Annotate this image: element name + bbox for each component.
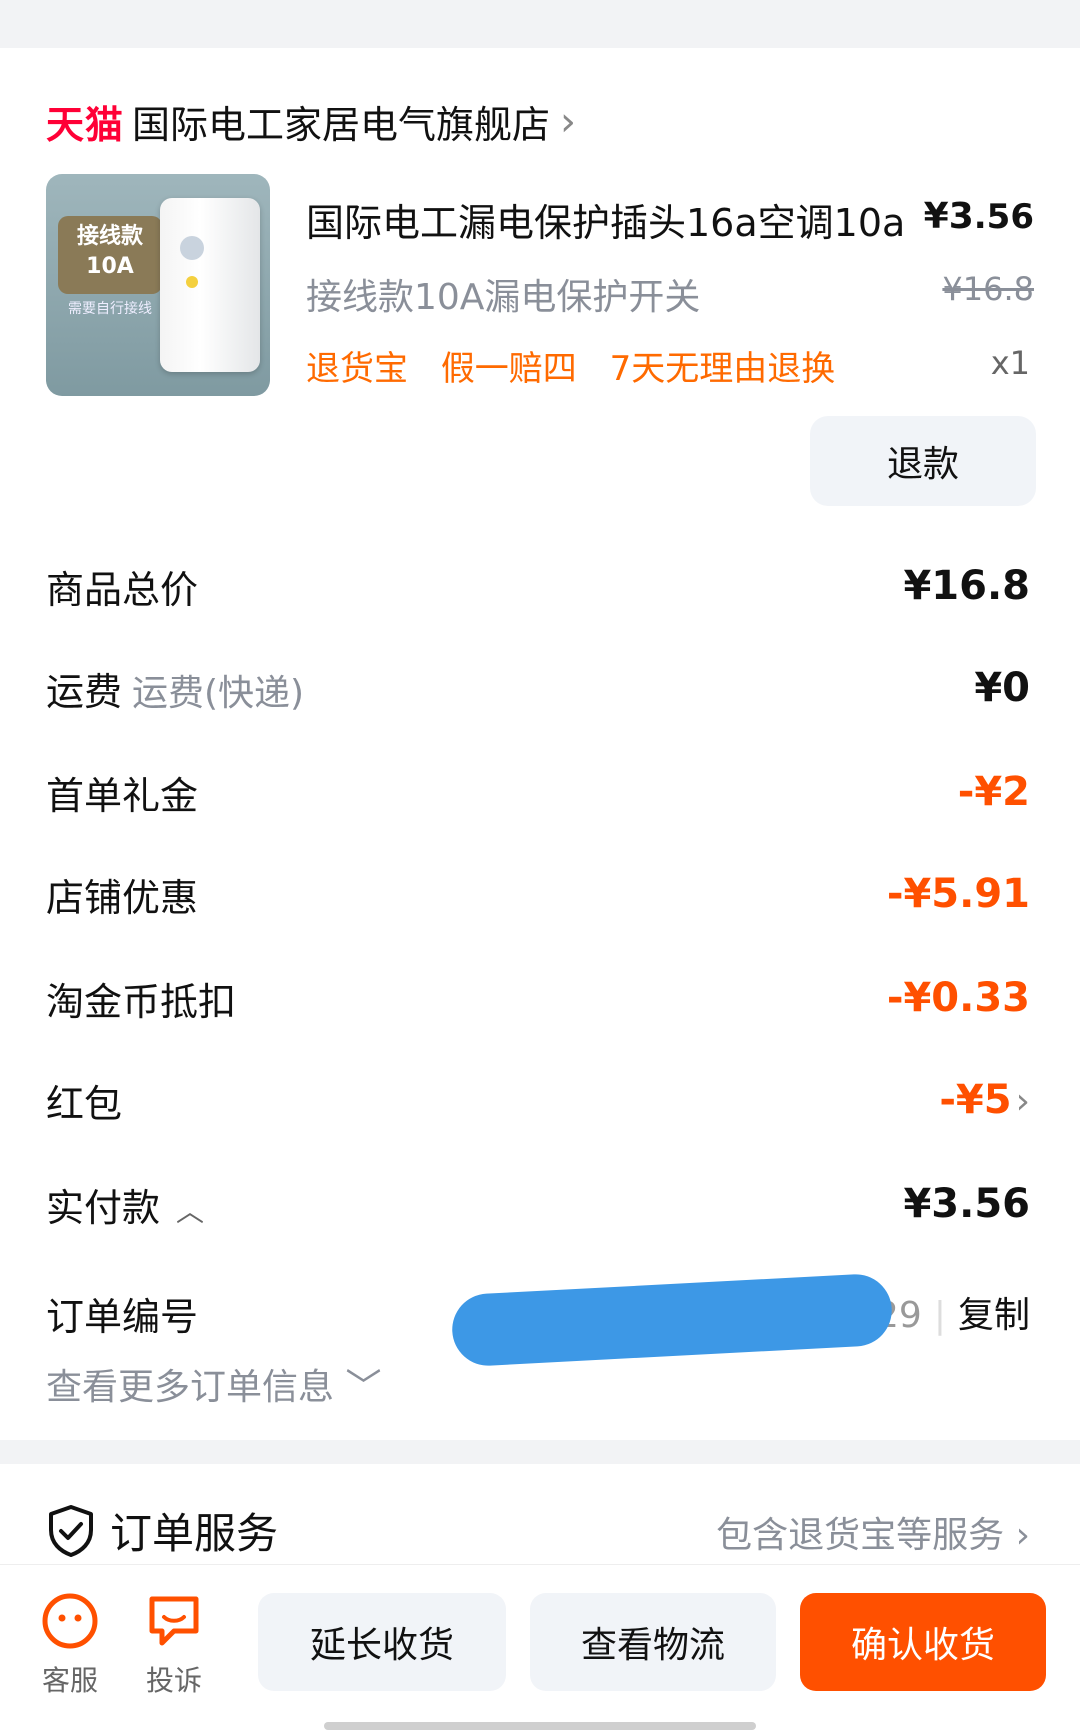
fee-row-shop-discount: 店铺优惠 -¥5.91	[46, 864, 1030, 924]
complaint-button[interactable]: 投诉	[134, 1591, 214, 1699]
fee-row-redpacket[interactable]: 红包 -¥5 ›	[46, 1070, 1030, 1130]
chevron-down-icon: ﹀	[345, 1367, 382, 1408]
fee-value: ¥0	[974, 665, 1030, 711]
fee-label: 红包	[46, 1081, 123, 1126]
price-symbol: ¥	[923, 196, 949, 237]
extend-receipt-button[interactable]: 延长收货	[258, 1593, 506, 1691]
product-title[interactable]: 国际电工漏电保护插头16a空调10a	[306, 192, 905, 247]
device-illustration	[160, 198, 260, 372]
bottom-action-bar: 客服 投诉 延长收货 查看物流 确认收货	[0, 1564, 1080, 1733]
tag-return-insurance: 退货宝	[306, 349, 408, 389]
price-dec: .56	[973, 197, 1034, 237]
tmall-logo: 天猫	[46, 103, 125, 147]
copy-button[interactable]: 复制	[958, 1295, 1030, 1336]
more-info-label: 查看更多订单信息	[46, 1367, 335, 1408]
divider: |	[933, 1295, 946, 1336]
chevron-right-icon: ›	[560, 98, 577, 145]
fee-label: 店铺优惠	[46, 875, 199, 920]
shipping-note: 运费(快递)	[132, 672, 305, 714]
fee-value: ¥3.56	[903, 1181, 1030, 1227]
fee-label: 实付款 ︿	[46, 1177, 204, 1232]
service-summary-label: 包含退货宝等服务	[716, 1515, 1005, 1556]
fee-label: 淘金币抵扣	[46, 979, 237, 1024]
paid-label: 实付款	[46, 1185, 161, 1230]
fee-row-paid[interactable]: 实付款 ︿ ¥3.56	[46, 1174, 1030, 1234]
chevron-right-icon: ›	[1015, 1515, 1030, 1556]
complaint-label: 投诉	[145, 1664, 202, 1697]
knob-shape	[180, 236, 204, 260]
refund-button[interactable]: 退款	[810, 416, 1036, 506]
fee-row-coin: 淘金币抵扣 -¥0.33	[46, 968, 1030, 1028]
more-order-info[interactable]: 查看更多订单信息 ﹀	[46, 1358, 381, 1410]
customer-service-button[interactable]: 客服	[30, 1591, 110, 1699]
customer-service-label: 客服	[41, 1664, 98, 1697]
store-name: 国际电工家居电气旗舰店	[132, 103, 551, 147]
order-service-header: 订单服务	[46, 1500, 278, 1561]
fee-label: 首单礼金	[46, 773, 199, 818]
fee-value: -¥5.91	[886, 871, 1030, 917]
shipping-label: 运费	[46, 669, 123, 714]
smile-icon	[42, 1593, 98, 1649]
redpacket-amount: -¥5	[939, 1077, 1012, 1123]
product-image-tag: 接线款 10A	[58, 216, 162, 294]
chat-bubble-icon	[149, 1596, 199, 1646]
product-sku: 接线款10A漏电保护开关	[306, 277, 701, 318]
chevron-right-icon: ›	[1015, 1081, 1030, 1122]
fee-row-first-gift: 首单礼金 -¥2	[46, 762, 1030, 822]
tag-line2: 10A	[86, 254, 134, 279]
service-summary[interactable]: 包含退货宝等服务 ›	[716, 1506, 1030, 1558]
shield-check-icon	[49, 1504, 93, 1557]
store-header[interactable]: 天猫 国际电工家居电气旗舰店 ›	[46, 94, 576, 149]
product-price: ¥3.56	[924, 196, 1034, 237]
fee-value: -¥2	[957, 769, 1030, 815]
service-title: 订单服务	[110, 1509, 279, 1558]
tag-line1: 接线款	[76, 224, 143, 249]
product-image[interactable]: 接线款 10A 需要自行接线	[46, 174, 270, 396]
service-tags: 退货宝 假一赔四 7天无理由退换	[306, 341, 857, 390]
fee-row-shipping: 运费 运费(快递) ¥0	[46, 658, 1030, 718]
tag-fake-compensation: 假一赔四	[440, 349, 577, 389]
order-number: 29 | 复制	[876, 1286, 1030, 1338]
product-qty: x1	[990, 344, 1030, 382]
fee-value: -¥5 ›	[939, 1077, 1030, 1123]
view-logistics-button[interactable]: 查看物流	[530, 1593, 776, 1691]
fee-value: ¥16.8	[903, 563, 1030, 609]
product-image-sub: 需要自行接线	[68, 301, 152, 317]
fee-label: 商品总价	[46, 567, 199, 612]
original-price: ¥16.8	[942, 270, 1034, 308]
order-number-label: 订单编号	[46, 1295, 199, 1339]
home-indicator[interactable]	[324, 1722, 756, 1730]
confirm-receipt-button[interactable]: 确认收货	[800, 1593, 1046, 1691]
price-int: 3	[948, 196, 974, 237]
fee-value: -¥0.33	[886, 975, 1030, 1021]
tag-7day-return: 7天无理由退换	[609, 349, 836, 389]
chevron-up-icon[interactable]: ︿	[176, 1195, 204, 1228]
led-shape	[186, 276, 198, 288]
fee-row-total: 商品总价 ¥16.8	[46, 556, 1030, 616]
fee-label: 运费 运费(快递)	[46, 661, 304, 716]
